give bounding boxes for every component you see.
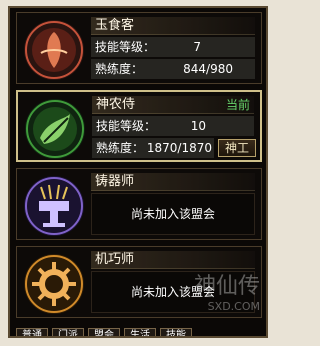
profession-title: 铸器师 [91, 173, 255, 191]
proficiency-label: 熟练度： [96, 141, 145, 155]
proficiency-value: 1870/1870 [146, 141, 212, 155]
profession-name: 铸器师 [95, 174, 135, 189]
blacksmith-emblem-icon [23, 175, 85, 237]
culinary-emblem-icon [23, 19, 85, 81]
proficiency-row: 熟练度： 1870/1870 [94, 139, 214, 157]
proficiency-value: 844/980 [183, 62, 233, 76]
herbalist-emblem-icon [24, 98, 86, 160]
current-profession-badge: 当前 [225, 98, 250, 112]
profession-panel: 玉食客 技能等级： 7 熟练度： 844/980 神农侍 当前 技能等级： 10… [8, 6, 268, 338]
skill-level-label: 技能等级： [95, 40, 156, 54]
profession-row-zhuqishi[interactable]: 铸器师 尚未加入该盟会 [16, 168, 262, 240]
chat-tabs: 普通 门派 盟会 生活 技能 [16, 328, 266, 336]
not-joined-status: 尚未加入该盟会 [91, 271, 255, 313]
skill-level-row: 技能等级： 7 [93, 38, 255, 56]
tab-sect[interactable]: 门派 [52, 328, 84, 336]
tab-guild[interactable]: 盟会 [88, 328, 120, 336]
skill-level-row: 技能等级： 10 [94, 117, 254, 135]
shengong-button[interactable]: 神工 [218, 139, 256, 157]
proficiency-row: 熟练度： 844/980 [93, 60, 255, 78]
skill-level-label: 技能等级： [96, 119, 157, 133]
tab-life[interactable]: 生活 [124, 328, 156, 336]
profession-name: 神农侍 [96, 97, 136, 112]
profession-title: 神农侍 当前 [92, 96, 254, 114]
skill-level-value: 7 [193, 40, 201, 54]
profession-title: 机巧师 [91, 251, 255, 269]
profession-name: 玉食客 [95, 18, 135, 33]
profession-name: 机巧师 [95, 252, 135, 267]
tab-normal[interactable]: 普通 [16, 328, 48, 336]
profession-row-yushike[interactable]: 玉食客 技能等级： 7 熟练度： 844/980 [16, 12, 262, 84]
profession-row-shennongshi[interactable]: 神农侍 当前 技能等级： 10 熟练度： 1870/1870 神工 [16, 90, 262, 162]
tab-skill[interactable]: 技能 [160, 328, 192, 336]
profession-title: 玉食客 [91, 17, 255, 35]
proficiency-label: 熟练度： [95, 62, 144, 76]
mechanist-emblem-icon [23, 253, 85, 315]
not-joined-status: 尚未加入该盟会 [91, 193, 255, 235]
profession-row-jiqiaoshi[interactable]: 机巧师 尚未加入该盟会 [16, 246, 262, 318]
skill-level-value: 10 [190, 119, 206, 133]
